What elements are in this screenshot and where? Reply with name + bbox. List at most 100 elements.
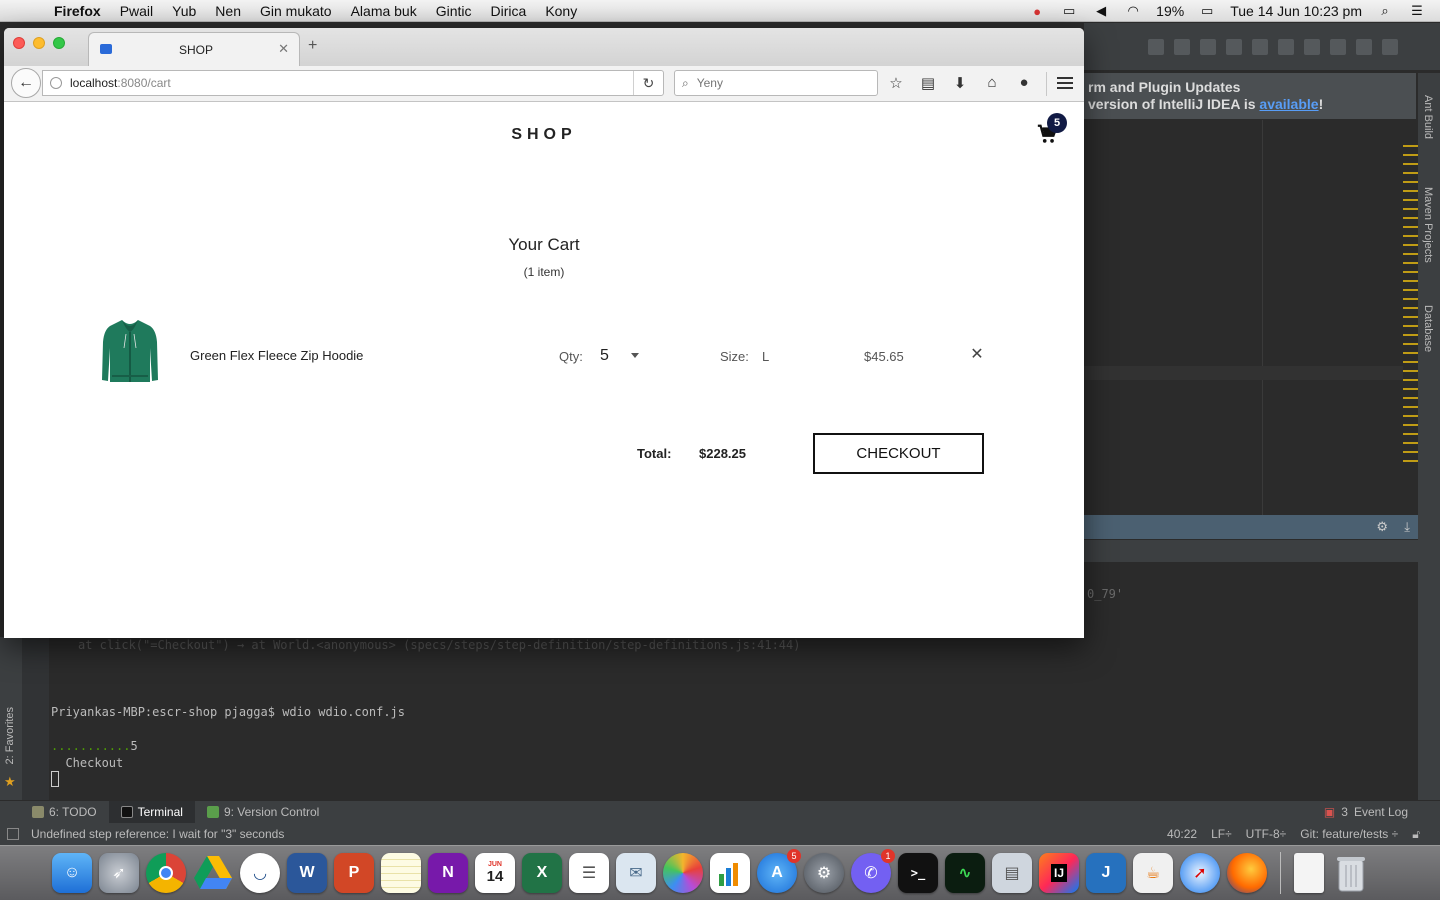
ide-tab-maven-projects[interactable]: Maven Projects <box>1422 187 1434 263</box>
google-drive-icon[interactable] <box>193 853 233 893</box>
lock-icon[interactable]: 🔓︎ <box>1412 827 1420 842</box>
status-git-branch[interactable]: Git: feature/tests ÷ <box>1300 827 1398 842</box>
ide-structure-icon[interactable] <box>1382 38 1398 55</box>
chrome-icon[interactable] <box>146 853 186 893</box>
home-icon[interactable]: ⌂ <box>982 74 1002 92</box>
java-icon[interactable]: ☕︎ <box>1133 853 1173 893</box>
firefox-icon[interactable] <box>1227 853 1267 893</box>
bookmark-star-icon[interactable]: ☆ <box>886 74 906 92</box>
battery-icon[interactable]: ▭ <box>1198 3 1216 18</box>
wifi-icon[interactable]: ◠ <box>1124 3 1142 18</box>
checkout-button[interactable]: CHECKOUT <box>813 433 984 474</box>
powerpoint-icon[interactable]: P <box>334 853 374 893</box>
window-zoom-button[interactable] <box>53 37 65 49</box>
search-bar[interactable]: ⌕ <box>674 70 878 96</box>
search-input[interactable] <box>696 76 857 90</box>
jabber-icon[interactable]: J <box>1086 853 1126 893</box>
remove-item-close-icon[interactable]: ✕ <box>968 345 986 363</box>
menu-app-firefox[interactable]: Firefox <box>54 3 101 19</box>
menu-item-1[interactable]: Pwail <box>120 3 153 19</box>
ide-vcs-update-icon[interactable] <box>1278 38 1294 55</box>
safari-icon[interactable]: ➚ <box>1180 853 1220 893</box>
launchpad-icon[interactable]: ➶ <box>99 853 139 893</box>
shop-logo[interactable]: SHOP <box>4 126 1084 144</box>
url-bar[interactable]: localhost:8080/cart ↻ <box>42 70 664 96</box>
viber-icon[interactable]: ✆ 1 <box>851 849 895 893</box>
menu-item-4[interactable]: Gin mukato <box>260 3 332 19</box>
ide-tab-database[interactable]: Database <box>1422 305 1434 352</box>
downloads-icon[interactable]: ⬇ <box>950 74 970 92</box>
photos-icon[interactable] <box>663 853 703 893</box>
ide-run-config-icon[interactable] <box>1148 38 1164 55</box>
activity-monitor-icon[interactable]: ∿ <box>945 853 985 893</box>
ide-tab-ant-build[interactable]: Ant Build <box>1422 95 1434 139</box>
gear-icon[interactable]: ⚙ <box>1376 519 1388 535</box>
ide-run-icon[interactable] <box>1200 38 1216 55</box>
reload-button[interactable]: ↻ <box>633 71 663 95</box>
directory-utility-icon[interactable]: ✉ <box>616 853 656 893</box>
ide-vcs-commit-icon[interactable] <box>1304 38 1320 55</box>
window-minimize-button[interactable] <box>33 37 45 49</box>
status-line-separator[interactable]: LF÷ <box>1211 827 1232 842</box>
numbers-icon[interactable] <box>710 853 750 893</box>
window-close-button[interactable] <box>13 37 25 49</box>
airplay-icon[interactable]: ▭ <box>1060 3 1078 18</box>
menu-item-8[interactable]: Kony <box>545 3 577 19</box>
ide-tab-favorites[interactable]: 2: Favorites <box>4 707 16 764</box>
menu-item-6[interactable]: Gintic <box>436 3 472 19</box>
excel-icon[interactable]: X <box>522 853 562 893</box>
qty-dropdown[interactable]: 5 <box>600 345 646 367</box>
menu-item-7[interactable]: Dirica <box>491 3 527 19</box>
menu-item-5[interactable]: Alama buk <box>351 3 417 19</box>
hello-chat-icon[interactable]: ● <box>1014 74 1034 92</box>
tool-tab-version-control[interactable]: 9: Version Control <box>195 801 331 824</box>
back-button[interactable]: ← <box>11 68 41 98</box>
status-caret-position[interactable]: 40:22 <box>1167 827 1197 842</box>
toggle-toolwindows-icon[interactable] <box>7 828 19 840</box>
word-icon[interactable]: W <box>287 853 327 893</box>
spotlight-search-icon[interactable]: ⌕ <box>1376 3 1394 18</box>
preview-icon[interactable]: ▤ <box>992 853 1032 893</box>
terminal-progress-line: ...........5 <box>51 739 138 753</box>
hamburger-menu-icon[interactable] <box>1054 72 1076 94</box>
ide-notice-link[interactable]: available <box>1259 96 1318 112</box>
terminal-panel[interactable]: at click("=Checkout") → at World.<anonym… <box>50 637 1418 800</box>
hide-panel-icon[interactable]: ⤓ <box>1404 519 1410 535</box>
system-preferences-icon[interactable]: ⚙ <box>804 853 844 893</box>
tool-tab-todo[interactable]: 6: TODO <box>20 801 109 824</box>
intellij-icon[interactable]: IJ <box>1039 853 1079 893</box>
tool-tab-terminal[interactable]: Terminal <box>108 800 195 824</box>
trash-icon[interactable] <box>1331 853 1371 893</box>
ide-coverage-icon[interactable] <box>1252 38 1268 55</box>
browser-tab-shop[interactable]: SHOP ✕ <box>88 32 300 66</box>
status-encoding[interactable]: UTF-8÷ <box>1246 827 1287 842</box>
ide-dropdown-icon[interactable] <box>1174 38 1190 55</box>
app-store-icon[interactable]: A5 <box>757 849 801 893</box>
site-identity-icon[interactable] <box>50 77 62 89</box>
menubar-clock[interactable]: Tue 14 Jun 10:23 pm <box>1230 3 1362 19</box>
notes-icon[interactable] <box>381 853 421 893</box>
calendar-icon[interactable]: JUN 14 <box>475 853 515 893</box>
lync-icon[interactable]: ◡ <box>240 853 280 893</box>
toolbar-separator <box>1046 72 1047 96</box>
menu-item-2[interactable]: Yub <box>172 3 196 19</box>
documents-stack-icon[interactable] <box>1294 853 1324 893</box>
event-log-tab[interactable]: ▣ 3 Event Log <box>1324 805 1408 819</box>
bookmarks-menu-icon[interactable]: ▤ <box>918 74 938 92</box>
url-text[interactable]: localhost:8080/cart <box>70 76 171 90</box>
pocket-icon[interactable]: ● <box>1028 4 1046 19</box>
ide-debug-icon[interactable] <box>1226 38 1242 55</box>
finder-icon[interactable]: ☺ <box>52 853 92 893</box>
ide-compare-icon[interactable] <box>1330 38 1346 55</box>
reminders-icon[interactable]: ☰ <box>569 853 609 893</box>
onenote-icon[interactable]: N <box>428 853 468 893</box>
notification-center-icon[interactable]: ☰ <box>1408 3 1426 18</box>
tab-close-icon[interactable]: ✕ <box>278 41 289 57</box>
menu-item-3[interactable]: Nen <box>215 3 241 19</box>
terminal-app-icon[interactable]: >_ <box>898 853 938 893</box>
product-name[interactable]: Green Flex Fleece Zip Hoodie <box>190 348 363 363</box>
ide-editor[interactable] <box>1084 120 1404 515</box>
volume-icon[interactable]: ◀ <box>1092 3 1110 18</box>
new-tab-button[interactable]: + <box>308 37 317 55</box>
ide-undo-icon[interactable] <box>1356 38 1372 55</box>
